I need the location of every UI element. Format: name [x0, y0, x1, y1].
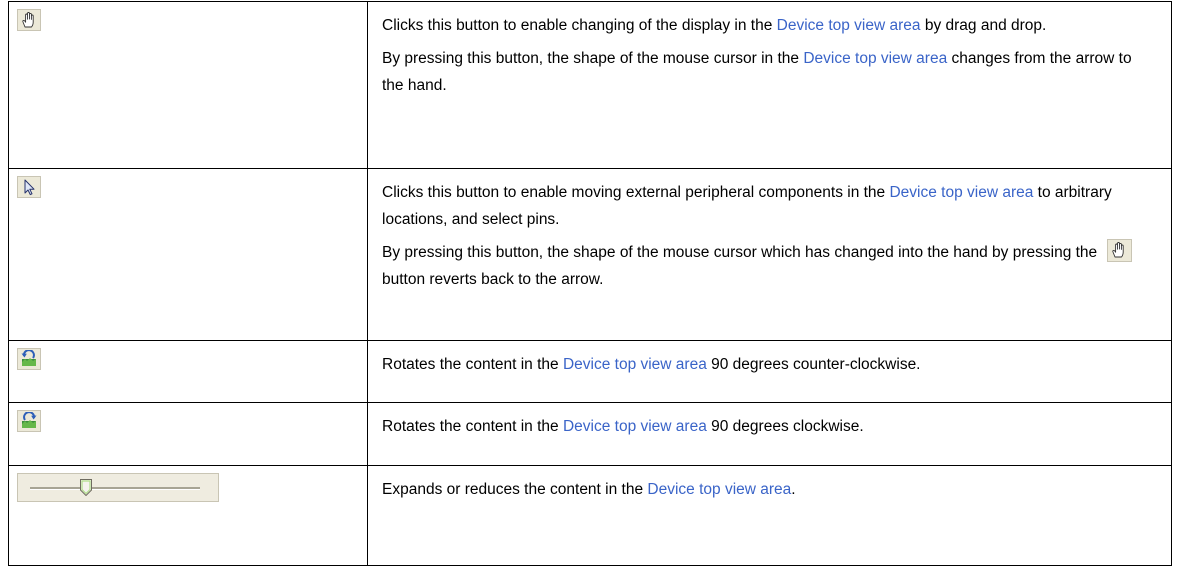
- description-paragraph: Expands or reduces the content in the De…: [382, 481, 796, 498]
- button-cell: [8, 340, 368, 403]
- description-paragraph: Clicks this button to enable moving exte…: [382, 184, 1112, 228]
- button-cell: [8, 465, 368, 566]
- zoom-slider-track[interactable]: [30, 487, 200, 490]
- description-paragraph: Rotates the content in the Device top vi…: [382, 356, 921, 373]
- description-cell: Clicks this button to enable changing of…: [367, 1, 1172, 169]
- button-cell: [8, 1, 368, 169]
- device-top-view-area-link[interactable]: Device top view area: [889, 184, 1033, 201]
- table-row: Rotates the content in the Device top vi…: [8, 402, 1172, 466]
- hand-pan-button[interactable]: [17, 9, 41, 31]
- toolbar-button-table: Clicks this button to enable changing of…: [8, 1, 1172, 566]
- description-paragraph: By pressing this button, the shape of th…: [382, 50, 1132, 94]
- hand-pan-icon: [1107, 239, 1133, 263]
- rotate-counter-clockwise-button[interactable]: [17, 348, 41, 370]
- zoom-slider-thumb[interactable]: [80, 479, 93, 496]
- device-top-view-area-link[interactable]: Device top view area: [563, 418, 707, 435]
- table-row: Expands or reduces the content in the De…: [8, 465, 1172, 566]
- description-cell: Rotates the content in the Device top vi…: [367, 402, 1172, 466]
- description-cell: Rotates the content in the Device top vi…: [367, 340, 1172, 403]
- description-paragraph: By pressing this button, the shape of th…: [382, 239, 1157, 293]
- arrow-select-icon: [24, 179, 35, 196]
- rotate-clockwise-icon: [22, 412, 37, 428]
- zoom-slider[interactable]: [17, 473, 219, 502]
- description-cell: Clicks this button to enable moving exte…: [367, 168, 1172, 341]
- hand-pan-icon: [22, 12, 34, 28]
- table-row: Rotates the content in the Device top vi…: [8, 340, 1172, 403]
- description-cell: Expands or reduces the content in the De…: [367, 465, 1172, 566]
- table-row: Clicks this button to enable changing of…: [8, 1, 1172, 169]
- device-top-view-area-link[interactable]: Device top view area: [777, 17, 921, 34]
- button-cell: [8, 168, 368, 341]
- rotate-counter-clockwise-icon: [21, 350, 36, 366]
- button-cell: [8, 402, 368, 466]
- description-paragraph: Clicks this button to enable changing of…: [382, 17, 1047, 34]
- device-top-view-area-link[interactable]: Device top view area: [803, 50, 947, 67]
- device-top-view-area-link[interactable]: Device top view area: [563, 356, 707, 373]
- arrow-select-button[interactable]: [17, 176, 41, 198]
- table-row: Clicks this button to enable moving exte…: [8, 168, 1172, 341]
- rotate-clockwise-button[interactable]: [17, 410, 41, 432]
- description-paragraph: Rotates the content in the Device top vi…: [382, 418, 864, 435]
